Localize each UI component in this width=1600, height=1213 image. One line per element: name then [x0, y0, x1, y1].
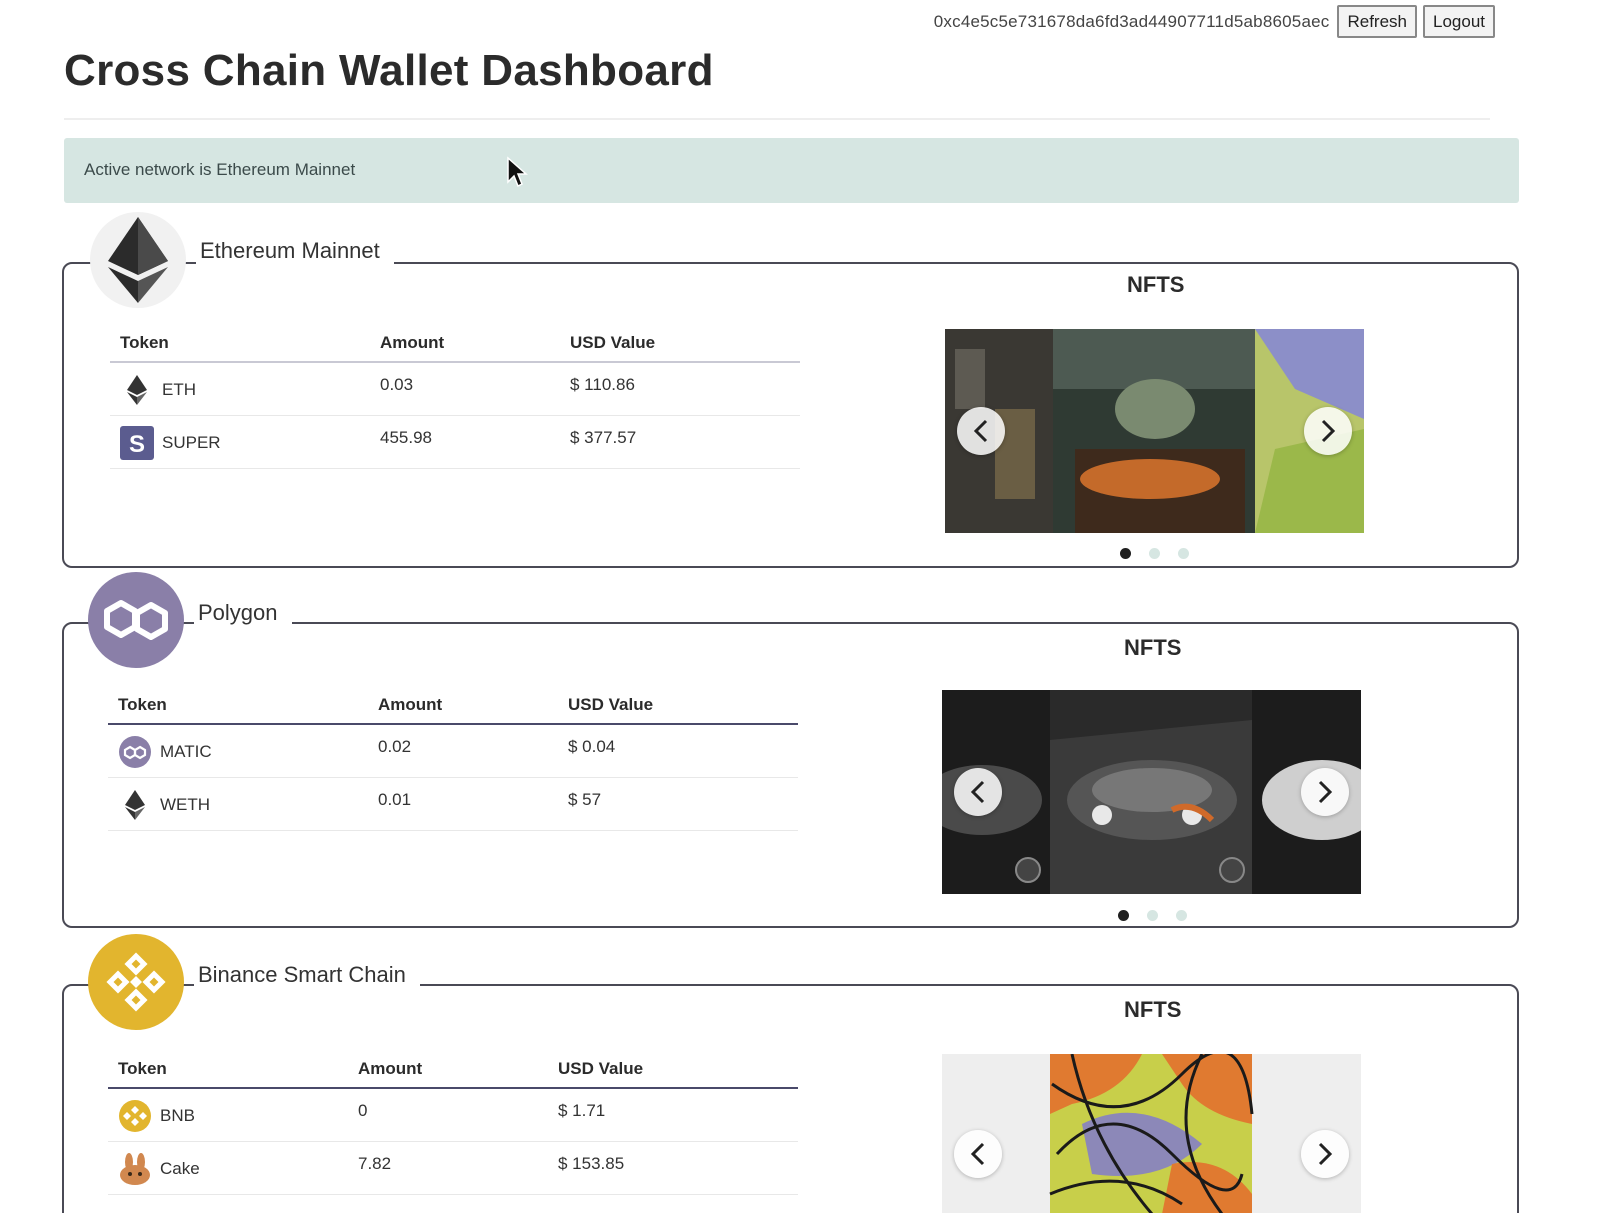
column-usd-value: USD Value: [558, 694, 798, 725]
token-amount: 0.01: [368, 777, 558, 831]
column-token: Token: [108, 1058, 348, 1089]
token-amount: 0.02: [368, 724, 558, 778]
table-header-row: Token Amount USD Value: [108, 694, 798, 725]
chevron-right-icon: [1318, 780, 1333, 804]
table-header-row: Token Amount USD Value: [110, 332, 800, 363]
logout-button[interactable]: Logout: [1423, 5, 1495, 38]
carousel-next-button[interactable]: [1301, 1130, 1349, 1178]
column-amount: Amount: [370, 332, 560, 363]
table-row: Cake 7.82 $ 153.85: [108, 1141, 798, 1195]
token-amount: 0: [348, 1088, 548, 1142]
token-symbol: WETH: [160, 794, 211, 814]
token-table: Token Amount USD Value MATIC 0.02 $ 0.04: [108, 694, 798, 831]
svg-text:S: S: [129, 431, 145, 458]
wallet-address: 0xc4e5c5e731678da6fd3ad44907711d5ab8605a…: [933, 11, 1330, 31]
token-usd-value: $ 153.85: [548, 1141, 798, 1195]
network-card-ethereum: Ethereum Mainnet Token Amount USD Value …: [62, 212, 1519, 572]
carousel-dot[interactable]: [1178, 548, 1189, 559]
token-usd-value: $ 1.71: [548, 1088, 798, 1142]
weth-icon: [118, 788, 152, 822]
column-token: Token: [110, 332, 370, 363]
alert-text: Active network is Ethereum Mainnet: [84, 160, 356, 179]
carousel-indicators: [1120, 548, 1189, 559]
chevron-right-icon: [1321, 419, 1336, 443]
column-amount: Amount: [368, 694, 558, 725]
title-divider: [64, 118, 1490, 120]
nft-image: [945, 329, 1364, 533]
token-amount: 7.82: [348, 1141, 548, 1195]
column-token: Token: [108, 694, 368, 725]
chevron-right-icon: [1318, 1142, 1333, 1166]
table-row: MATIC 0.02 $ 0.04: [108, 724, 798, 778]
mouse-cursor-icon: [507, 156, 528, 188]
carousel-next-button[interactable]: [1304, 407, 1352, 455]
nfts-heading: NFTS: [1127, 272, 1185, 297]
carousel-prev-button[interactable]: [957, 407, 1005, 455]
token-symbol: BNB: [160, 1106, 195, 1125]
token-usd-value: $ 110.86: [560, 362, 800, 416]
token-usd-value: $ 57: [558, 777, 798, 831]
carousel-next-button[interactable]: [1301, 768, 1349, 816]
chevron-left-icon: [973, 419, 988, 443]
network-name: Binance Smart Chain: [194, 962, 420, 988]
token-symbol: SUPER: [162, 432, 221, 452]
nft-carousel: [942, 690, 1361, 894]
carousel-dot[interactable]: [1147, 910, 1158, 921]
ethereum-icon: [90, 212, 186, 308]
network-alert: Active network is Ethereum Mainnet: [64, 138, 1519, 203]
nft-carousel: [942, 1054, 1361, 1213]
token-amount: 455.98: [370, 415, 560, 469]
table-row: S SUPER 455.98 $ 377.57: [110, 415, 800, 469]
token-amount: 0.03: [370, 362, 560, 416]
table-row: ETH 0.03 $ 110.86: [110, 362, 800, 416]
table-header-row: Token Amount USD Value: [108, 1058, 798, 1089]
token-symbol: ETH: [162, 380, 196, 399]
network-card-polygon: Polygon Token Amount USD Value MATIC 0.0…: [62, 572, 1519, 932]
nft-image: [942, 1054, 1361, 1213]
network-card-binance: Binance Smart Chain Token Amount USD Val…: [62, 934, 1519, 1213]
token-table: Token Amount USD Value BNB 0 $ 1.71 Cake…: [108, 1058, 798, 1195]
cake-icon: [118, 1152, 152, 1186]
binance-icon: [88, 934, 184, 1030]
refresh-button[interactable]: Refresh: [1337, 5, 1417, 38]
nft-image: [942, 690, 1361, 894]
carousel-prev-button[interactable]: [954, 1130, 1002, 1178]
network-name: Polygon: [194, 600, 292, 626]
carousel-indicators: [1118, 910, 1187, 921]
network-name: Ethereum Mainnet: [196, 238, 394, 264]
column-amount: Amount: [348, 1058, 548, 1089]
chevron-left-icon: [970, 1142, 985, 1166]
nft-carousel: [945, 329, 1364, 533]
column-usd-value: USD Value: [548, 1058, 798, 1089]
token-symbol: Cake: [160, 1158, 200, 1178]
account-bar: 0xc4e5c5e731678da6fd3ad44907711d5ab8605a…: [934, 5, 1495, 38]
carousel-prev-button[interactable]: [954, 768, 1002, 816]
carousel-dot[interactable]: [1149, 548, 1160, 559]
token-symbol: MATIC: [160, 742, 212, 761]
carousel-dot[interactable]: [1176, 910, 1187, 921]
table-row: BNB 0 $ 1.71: [108, 1088, 798, 1142]
token-usd-value: $ 0.04: [558, 724, 798, 778]
carousel-dot[interactable]: [1118, 910, 1129, 921]
matic-icon: [118, 735, 152, 769]
carousel-dot[interactable]: [1120, 548, 1131, 559]
super-icon: S: [120, 425, 154, 460]
token-usd-value: $ 377.57: [560, 415, 800, 469]
polygon-icon: [88, 572, 184, 668]
page-title: Cross Chain Wallet Dashboard: [64, 46, 714, 95]
bnb-icon: [118, 1099, 152, 1133]
nfts-heading: NFTS: [1124, 635, 1182, 660]
eth-icon: [120, 373, 154, 407]
column-usd-value: USD Value: [560, 332, 800, 363]
token-table: Token Amount USD Value ETH 0.03 $ 110.86: [110, 332, 800, 469]
chevron-left-icon: [970, 780, 985, 804]
nfts-heading: NFTS: [1124, 997, 1182, 1022]
table-row: WETH 0.01 $ 57: [108, 777, 798, 831]
